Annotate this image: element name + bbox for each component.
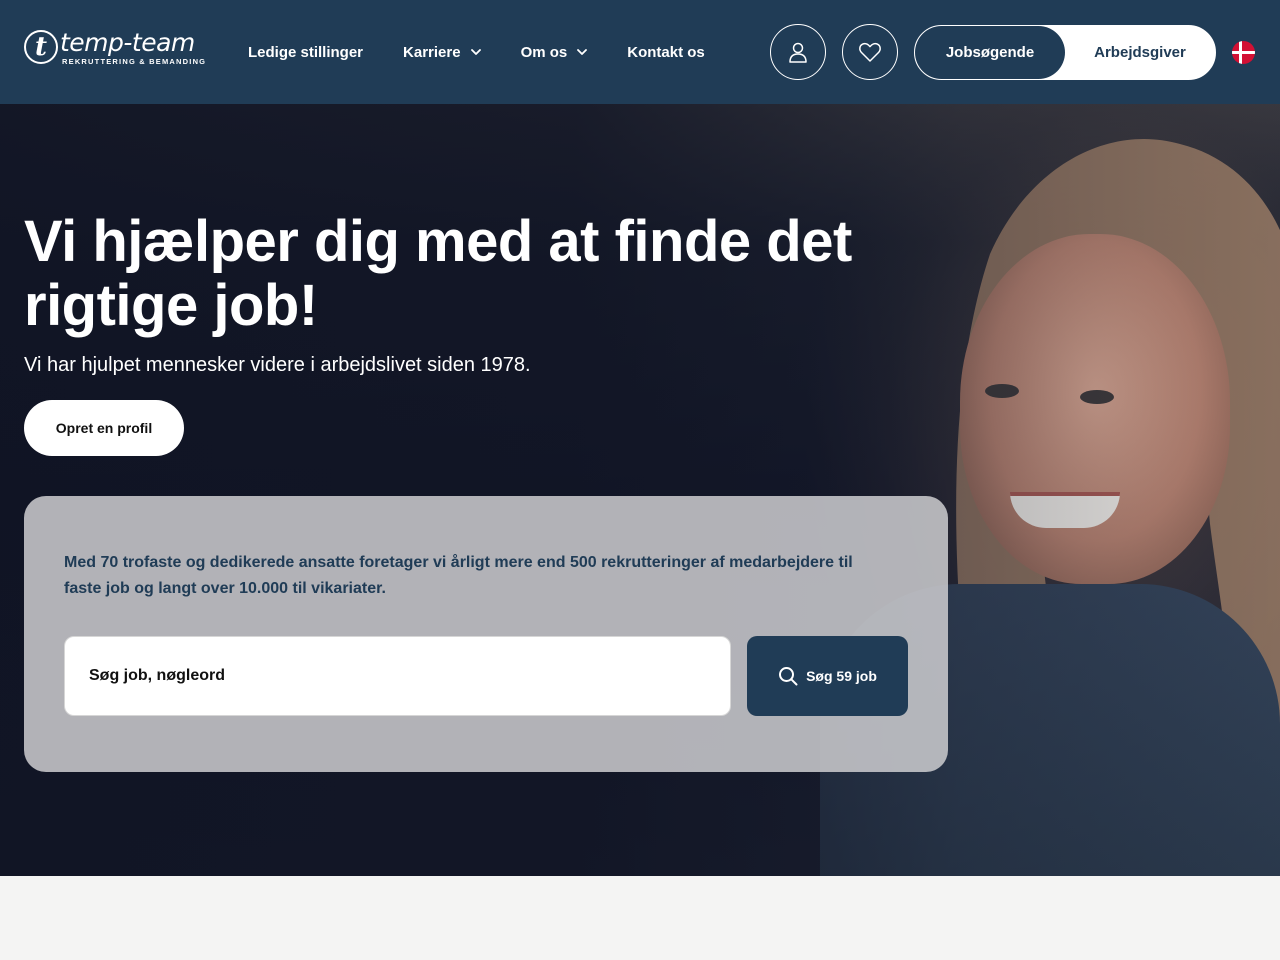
job-search-card: Med 70 trofaste og dedikerede ansatte fo…	[24, 496, 948, 772]
hero-section: Vi hjælper dig med at finde det rigtige …	[0, 104, 1280, 876]
search-button-label: Søg 59 job	[806, 668, 877, 684]
search-icon	[779, 667, 798, 686]
site-header: t temp-team REKRUTTERING & BEMANDING Led…	[0, 0, 1280, 104]
nav-item-kontakt-os[interactable]: Kontakt os	[627, 44, 705, 61]
main-nav: Ledige stillinger Karriere Om os Kontakt…	[248, 0, 745, 104]
nav-item-ledige-stillinger[interactable]: Ledige stillinger	[248, 44, 363, 61]
search-jobs-button[interactable]: Søg 59 job	[747, 636, 908, 716]
nav-item-om-os[interactable]: Om os	[521, 44, 588, 61]
create-profile-button[interactable]: Opret en profil	[24, 400, 184, 456]
danish-flag-icon[interactable]	[1232, 41, 1255, 64]
logo-mark: t	[24, 30, 58, 64]
job-search-input[interactable]	[64, 636, 731, 716]
toggle-jobsogende[interactable]: Jobsøgende	[915, 26, 1065, 79]
chevron-down-icon	[577, 49, 588, 55]
content-area	[0, 876, 1280, 960]
toggle-arbejdsgiver[interactable]: Arbejdsgiver	[1065, 26, 1215, 79]
hero-subtitle: Vi har hjulpet mennesker videre i arbejd…	[24, 354, 531, 376]
nav-item-label: Ledige stillinger	[248, 43, 364, 61]
nav-item-label: Kontakt os	[627, 43, 705, 61]
search-description: Med 70 trofaste og dedikerede ansatte fo…	[64, 554, 853, 597]
temp-team-logo[interactable]: t temp-team REKRUTTERING & BEMANDING	[24, 30, 206, 66]
favorites-button[interactable]	[842, 24, 898, 80]
profile-button[interactable]	[770, 24, 826, 80]
audience-toggle: Jobsøgende Arbejdsgiver	[914, 25, 1216, 80]
logo-wordmark: temp-team	[60, 28, 195, 57]
chevron-down-icon	[470, 49, 481, 55]
nav-item-karriere[interactable]: Karriere	[403, 44, 481, 61]
nav-item-label: Karriere	[403, 43, 461, 61]
heart-icon	[859, 42, 881, 62]
logo-tagline: REKRUTTERING & BEMANDING	[62, 57, 207, 66]
user-icon	[789, 42, 807, 63]
hero-title: Vi hjælper dig med at finde det rigtige …	[24, 209, 852, 338]
nav-item-label: Om os	[520, 43, 568, 61]
